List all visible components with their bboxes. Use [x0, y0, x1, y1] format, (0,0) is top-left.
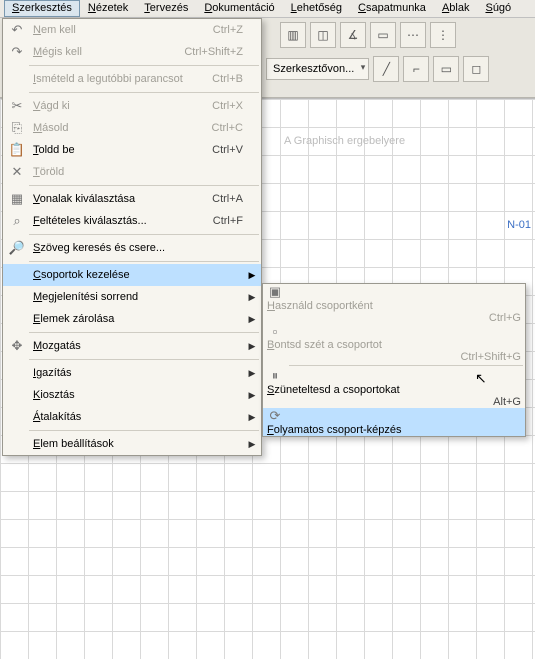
select-all-icon: ▦ — [5, 188, 29, 210]
edit-menu: ↶ Nem kell Ctrl+Z ↷ Mégis kell Ctrl+Shif… — [2, 18, 262, 456]
separator — [29, 261, 259, 262]
menu-lock-elements[interactable]: Elemek zárolása ▶ — [3, 308, 261, 330]
menu-sugo[interactable]: Súgó — [477, 0, 519, 17]
menu-copy[interactable]: ⎘ Másold Ctrl+C — [3, 117, 261, 139]
menu-distribute[interactable]: Kiosztás ▶ — [3, 384, 261, 406]
separator — [29, 234, 259, 235]
menubar: Szerkesztés Nézetek Tervezés Dokumentáci… — [0, 0, 535, 18]
menu-repeat[interactable]: Ismételd a legutóbbi parancsot Ctrl+B — [3, 68, 261, 90]
menu-paste[interactable]: 📋 Toldd be Ctrl+V — [3, 139, 261, 161]
canvas-ghost-text: A Graphisch ergebelyere — [284, 135, 405, 147]
separator — [29, 359, 259, 360]
submenu-use-group[interactable]: ▣ Használd csoportként Ctrl+G — [263, 284, 525, 324]
menu-groups[interactable]: Csoportok kezelése ▶ — [3, 264, 261, 286]
editor-chip[interactable]: Szerkesztővon... — [266, 58, 369, 80]
menu-csapatmunka[interactable]: Csapatmunka — [350, 0, 434, 17]
tool-btn-1[interactable]: ▥ — [280, 22, 306, 48]
menu-reshape[interactable]: Átalakítás ▶ — [3, 406, 261, 428]
menu-display-order[interactable]: Megjelenítési sorrend ▶ — [3, 286, 261, 308]
autogroup-icon: ⟳ — [263, 408, 287, 424]
separator — [29, 185, 259, 186]
groups-submenu: ▣ Használd csoportként Ctrl+G ▫ Bontsd s… — [262, 283, 526, 437]
submenu-ungroup[interactable]: ▫ Bontsd szét a csoportot Ctrl+Shift+G — [263, 324, 525, 363]
tool-btn-4[interactable]: ▭ — [370, 22, 396, 48]
separator — [289, 365, 523, 366]
find-replace-icon: 🔎 — [5, 237, 29, 259]
menu-tervezes[interactable]: Tervezés — [136, 0, 196, 17]
group-icon: ▣ — [263, 284, 287, 300]
submenu-suspend-groups[interactable]: ⏸ Szüneteltesd a csoportokat Alt+G — [263, 368, 525, 408]
separator — [29, 332, 259, 333]
menu-select-lines[interactable]: ▦ Vonalak kiválasztása Ctrl+A — [3, 188, 261, 210]
canvas-n-label: N-01 — [507, 219, 531, 231]
separator — [29, 430, 259, 431]
redo-icon: ↷ — [5, 41, 29, 63]
menu-delete[interactable]: ✕ Töröld — [3, 161, 261, 183]
suspend-icon: ⏸ — [263, 368, 287, 384]
tool-btn-3[interactable]: ∡ — [340, 22, 366, 48]
tool-btn-6[interactable]: ⋮ — [430, 22, 456, 48]
menu-cut[interactable]: ✂ Vágd ki Ctrl+X — [3, 95, 261, 117]
menu-undo[interactable]: ↶ Nem kell Ctrl+Z — [3, 19, 261, 41]
tool-line[interactable]: ╱ — [373, 56, 399, 82]
menu-lehetoseg[interactable]: Lehetőség — [283, 0, 350, 17]
find-select-icon: ⌕ — [5, 210, 29, 232]
menu-conditional-select[interactable]: ⌕ Feltételes kiválasztás... Ctrl+F — [3, 210, 261, 232]
separator — [29, 92, 259, 93]
submenu-continuous-group[interactable]: ⟳ Folyamatos csoport-képzés — [263, 408, 525, 436]
tool-btn-5[interactable]: ⋯ — [400, 22, 426, 48]
copy-icon: ⎘ — [5, 117, 29, 139]
menu-nezetek[interactable]: Nézetek — [80, 0, 136, 17]
undo-icon: ↶ — [5, 19, 29, 41]
move-icon: ✥ — [5, 335, 29, 357]
menu-dokumentacio[interactable]: Dokumentáció — [196, 0, 282, 17]
ungroup-icon: ▫ — [263, 324, 287, 339]
delete-icon: ✕ — [5, 161, 29, 183]
tool-step[interactable]: ⌐ — [403, 56, 429, 82]
tool-box2[interactable]: ◻ — [463, 56, 489, 82]
menu-redo[interactable]: ↷ Mégis kell Ctrl+Shift+Z — [3, 41, 261, 63]
menu-move[interactable]: ✥ Mozgatás ▶ — [3, 335, 261, 357]
menu-element-settings[interactable]: Elem beállítások ▶ — [3, 433, 261, 455]
separator — [29, 65, 259, 66]
scissors-icon: ✂ — [5, 95, 29, 117]
tool-btn-2[interactable]: ◫ — [310, 22, 336, 48]
tool-box[interactable]: ▭ — [433, 56, 459, 82]
paste-icon: 📋 — [5, 139, 29, 161]
menu-szerkesztes[interactable]: Szerkesztés — [4, 0, 80, 17]
menu-ablak[interactable]: Ablak — [434, 0, 478, 17]
menu-align[interactable]: Igazítás ▶ — [3, 362, 261, 384]
menu-find-replace[interactable]: 🔎 Szöveg keresés és csere... — [3, 237, 261, 259]
